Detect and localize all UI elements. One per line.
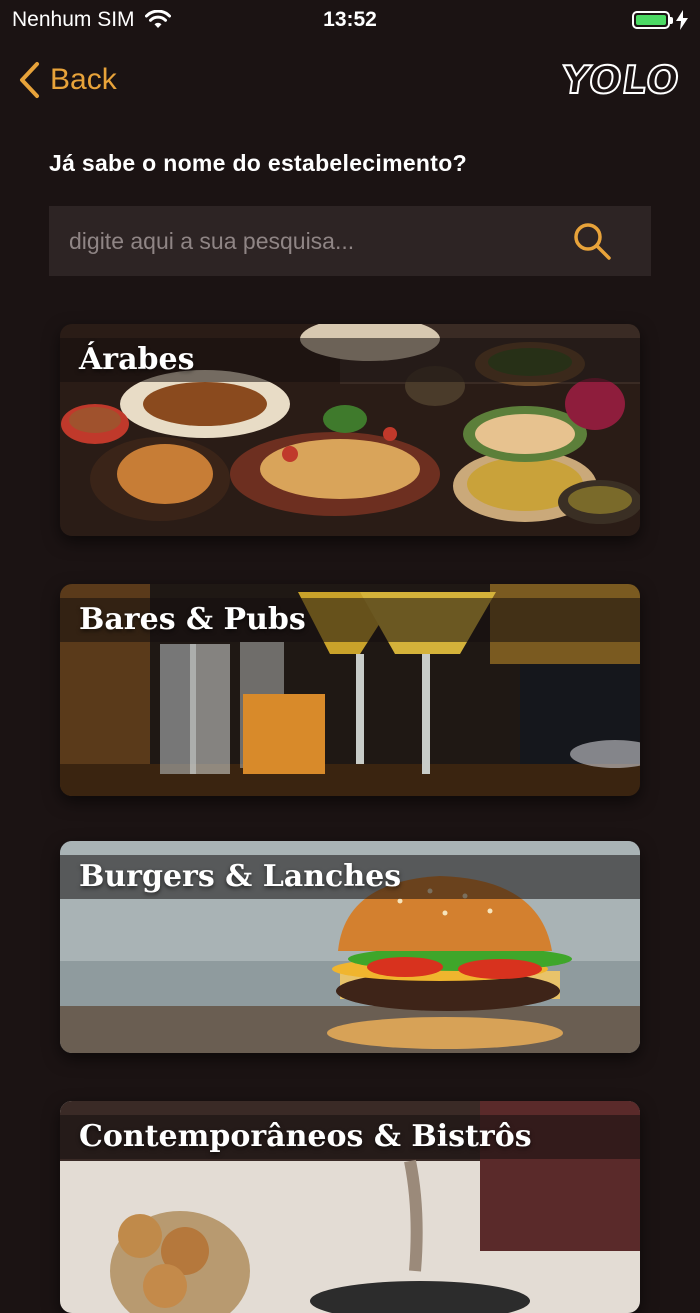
search-question: Já sabe o nome do estabelecimento? <box>49 150 467 176</box>
category-title: Contemporâneos & Bistrôs <box>79 1119 532 1154</box>
back-button[interactable]: Back <box>18 61 117 99</box>
charging-bolt-icon <box>676 10 688 30</box>
category-card-arabes[interactable]: Árabes <box>60 324 640 536</box>
status-right <box>632 10 688 30</box>
search-input[interactable] <box>67 226 571 256</box>
category-card-bares-pubs[interactable]: Bares & Pubs <box>60 584 640 796</box>
nav-bar: Back YOLO <box>0 42 700 118</box>
back-label: Back <box>50 63 117 96</box>
battery-icon <box>632 11 673 29</box>
wifi-icon <box>144 10 171 28</box>
category-card-contemporaneos-bistros[interactable]: Contemporâneos & Bistrôs <box>60 1101 640 1313</box>
yolo-logo: YOLO <box>558 57 684 103</box>
status-bar: Nenhum SIM 13:52 <box>0 0 700 40</box>
carrier-label: Nenhum SIM <box>12 8 135 31</box>
category-title: Bares & Pubs <box>79 602 306 637</box>
category-title: Burgers & Lanches <box>79 859 402 894</box>
search-icon[interactable] <box>571 220 613 262</box>
search-box <box>49 206 651 276</box>
battery-level <box>636 15 666 25</box>
category-card-burgers-lanches[interactable]: Burgers & Lanches <box>60 841 640 1053</box>
category-title: Árabes <box>79 342 195 377</box>
chevron-left-icon <box>20 62 39 98</box>
status-left: Nenhum SIM <box>12 8 171 32</box>
